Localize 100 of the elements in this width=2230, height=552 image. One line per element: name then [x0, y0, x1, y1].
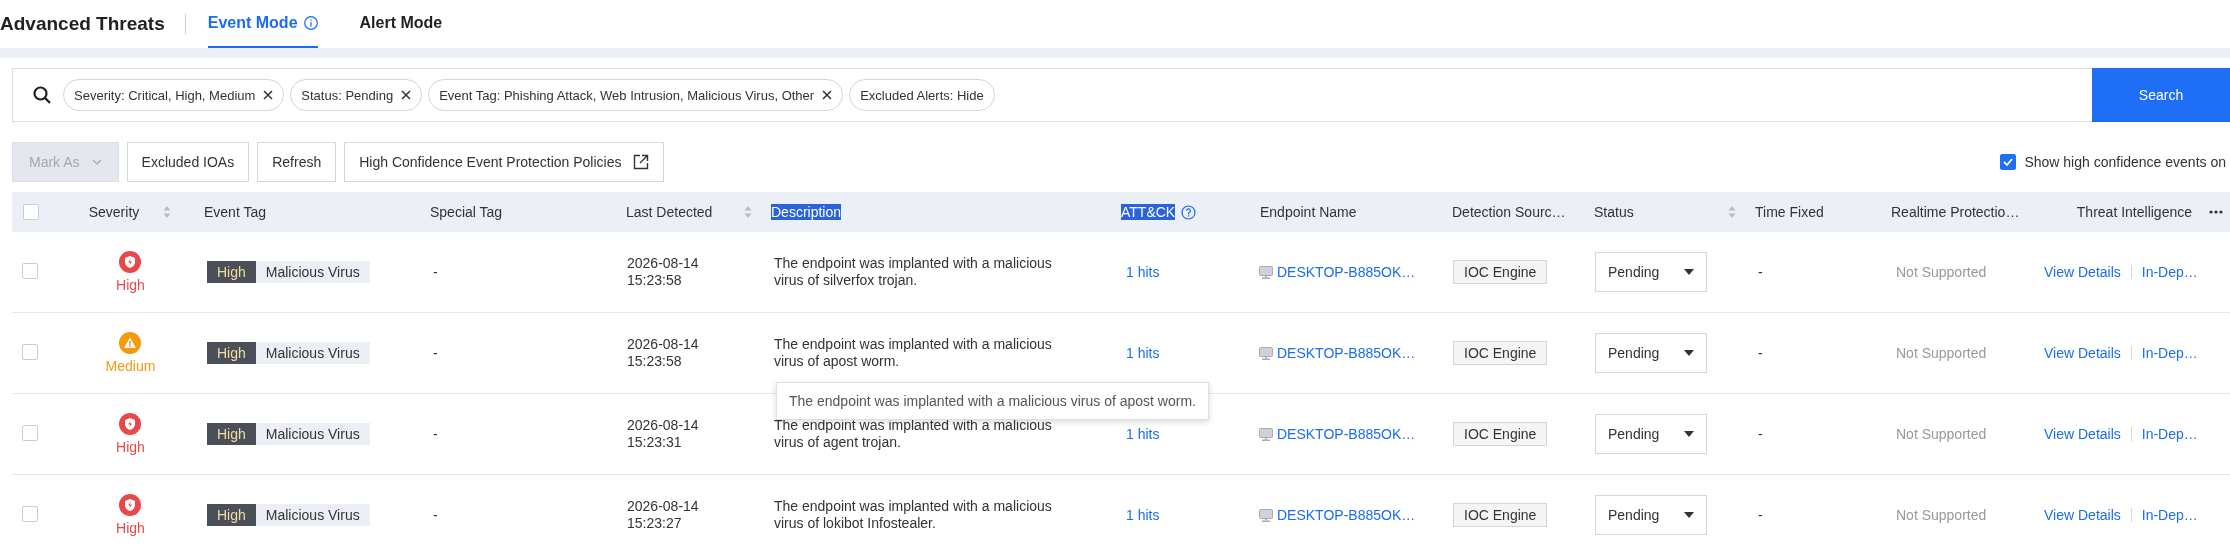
table-cell: - — [1758, 264, 1763, 280]
hits-link[interactable]: 1 hits — [1126, 264, 1160, 280]
event-tag: Malicious Virus — [255, 504, 370, 526]
row-checkbox[interactable] — [22, 262, 38, 279]
check-icon — [2003, 158, 2014, 166]
description: The endpoint was implanted with a malicious virus of silverfox trojan. — [774, 255, 1053, 289]
detected-time: 2026-08-14 15:23:58 — [627, 336, 700, 370]
more-icon[interactable] — [2209, 210, 2223, 214]
description: The endpoint was implanted with a malicious virus of apost worm. — [774, 336, 1053, 370]
tooltip: The endpoint was implanted with a malicious virus of apost worm. — [776, 382, 1209, 420]
monitor-icon — [1259, 508, 1273, 522]
event-tag: Malicious Virus — [255, 261, 370, 283]
row-checkbox[interactable] — [22, 505, 38, 522]
column-header: Special Tag — [430, 204, 503, 220]
external-link-icon — [633, 154, 650, 170]
mode-tab[interactable]: Alert Mode — [359, 0, 443, 48]
level-tag: High — [207, 261, 256, 283]
table-cell: - — [433, 345, 438, 361]
caret-icon — [1684, 431, 1694, 437]
table-cell: - — [433, 426, 438, 442]
monitor-icon — [1259, 427, 1273, 441]
severity-label: High — [116, 520, 145, 536]
protection-status: Not Supported — [1896, 345, 1987, 361]
table-cell: - — [433, 507, 438, 523]
column-header: Time Fixed — [1755, 204, 1824, 220]
protection-status: Not Supported — [1896, 507, 1987, 523]
hits-link[interactable]: 1 hits — [1126, 507, 1160, 523]
detected-time: 2026-08-14 15:23:31 — [627, 417, 700, 451]
filter-label: Status: Pending — [301, 87, 394, 103]
filter-label: Event Tag: Phishing Attack, Web Intrusion, Malicious Virus, Other — [439, 87, 815, 103]
detected-time: 2026-08-14 15:23:58 — [627, 255, 700, 289]
column-header: Detection Sourc… — [1452, 204, 1566, 220]
action-link[interactable]: View Details — [2044, 345, 2121, 361]
filter-label: Excluded Alerts: Hide — [860, 87, 984, 103]
source-tag: IOC Engine — [1453, 260, 1548, 284]
action-link[interactable]: View Details — [2044, 264, 2121, 280]
table-cell: - — [1758, 345, 1763, 361]
filter-label: Severity: Critical, High, Medium — [74, 87, 256, 103]
checkbox[interactable] — [2000, 154, 2017, 170]
detected-time: 2026-08-14 15:23:27 — [627, 498, 700, 532]
toolbar-button[interactable]: Excluded IOAs — [126, 142, 250, 182]
endpoint-link[interactable]: DESKTOP-B885OK… — [1277, 507, 1416, 523]
hits-link[interactable]: 1 hits — [1126, 426, 1160, 442]
select-all-checkbox[interactable] — [23, 204, 39, 220]
endpoint-link[interactable]: DESKTOP-B885OK… — [1277, 426, 1416, 442]
monitor-icon — [1259, 265, 1273, 279]
action-link[interactable]: View Details — [2044, 426, 2121, 442]
status-dropdown[interactable]: Pending — [1595, 252, 1707, 292]
close-icon[interactable] — [822, 90, 833, 100]
action-link[interactable]: In-Dep… — [2141, 426, 2198, 442]
caret-icon — [1684, 512, 1694, 518]
column-header: Last Detected — [626, 204, 713, 220]
level-tag: High — [207, 423, 256, 445]
status-dropdown[interactable]: Pending — [1595, 333, 1707, 373]
shield-icon — [119, 413, 142, 435]
toolbar-button[interactable]: High Confidence Event Protection Policies — [344, 142, 665, 182]
row-checkbox[interactable] — [22, 343, 38, 360]
chevron-icon — [91, 159, 102, 165]
shield-icon — [119, 251, 142, 273]
action-link[interactable]: In-Dep… — [2141, 264, 2198, 280]
severity-label: High — [116, 277, 145, 293]
column-header: Threat Intelligence — [2076, 204, 2192, 220]
status-dropdown[interactable]: Pending — [1595, 495, 1707, 535]
protection-status: Not Supported — [1896, 426, 1987, 442]
protection-status: Not Supported — [1896, 264, 1987, 280]
column-header: Description — [771, 204, 842, 220]
caret-icon — [1684, 350, 1694, 356]
description: The endpoint was implanted with a malicious virus of lokibot Infostealer. — [774, 498, 1053, 532]
search-button[interactable]: Search — [2092, 68, 2230, 122]
severity-label: Medium — [105, 358, 156, 374]
sort-icon[interactable] — [1728, 205, 1736, 219]
close-icon[interactable] — [263, 90, 274, 100]
row-checkbox[interactable] — [22, 424, 38, 441]
help-icon — [1181, 204, 1197, 220]
shield-icon — [119, 494, 142, 516]
endpoint-link[interactable]: DESKTOP-B885OK… — [1277, 264, 1416, 280]
source-tag: IOC Engine — [1453, 422, 1548, 446]
table-cell: - — [433, 264, 438, 280]
severity-label: High — [116, 439, 145, 455]
info-icon — [303, 16, 318, 30]
sort-icon[interactable] — [163, 205, 172, 219]
caret-icon — [1684, 269, 1694, 275]
description: The endpoint was implanted with a malicious virus of agent trojan. — [774, 417, 1053, 451]
sort-icon[interactable] — [744, 205, 752, 219]
action-link[interactable]: In-Dep… — [2141, 507, 2198, 523]
event-tag: Malicious Virus — [255, 342, 370, 364]
level-tag: High — [207, 342, 256, 364]
status-dropdown[interactable]: Pending — [1595, 414, 1707, 454]
action-link[interactable]: In-Dep… — [2141, 345, 2198, 361]
column-header: Severity — [88, 204, 140, 220]
column-header: ATT&CK — [1121, 204, 1176, 220]
action-link[interactable]: View Details — [2044, 507, 2121, 523]
close-icon[interactable] — [401, 90, 412, 100]
page-title: Advanced Threats — [0, 13, 165, 35]
toolbar-button[interactable]: Refresh — [257, 142, 337, 182]
column-header: Endpoint Name — [1260, 204, 1357, 220]
source-tag: IOC Engine — [1453, 341, 1548, 365]
endpoint-link[interactable]: DESKTOP-B885OK… — [1277, 345, 1416, 361]
column-header: Status — [1594, 204, 1634, 220]
hits-link[interactable]: 1 hits — [1126, 345, 1160, 361]
